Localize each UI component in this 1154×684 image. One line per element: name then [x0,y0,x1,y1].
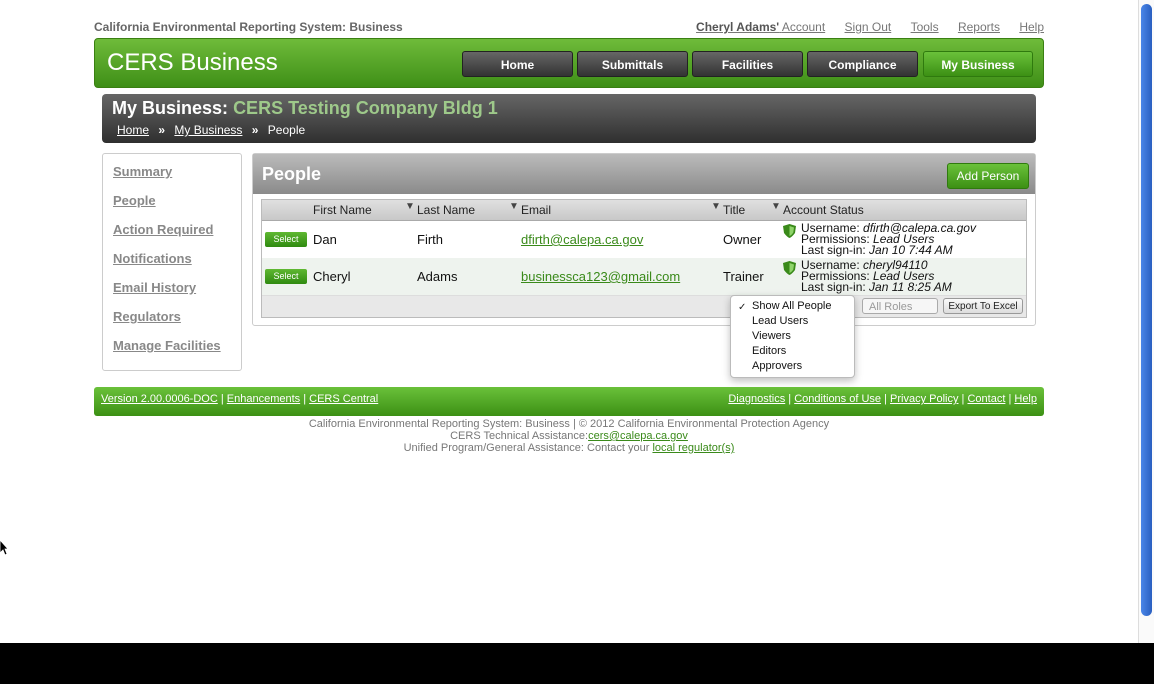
sidebar-item-action-required[interactable]: Action Required [113,222,213,237]
site-title: California Environmental Reporting Syste… [94,20,403,34]
breadcrumb-separator: » [158,123,166,137]
option-editors[interactable]: Editors [752,345,786,357]
email-link[interactable]: dfirth@calepa.ca.gov [521,232,643,247]
nav-home[interactable]: Home [462,51,573,77]
panel-header: People Add Person [253,154,1035,194]
scrollbar-thumb[interactable] [1141,4,1152,616]
top-links: Cheryl Adams' Account Sign Out Tools Rep… [680,20,1044,34]
select-button[interactable]: Select [265,269,307,284]
assistance-email-link[interactable]: cers@calepa.ca.gov [588,430,688,442]
vertical-scrollbar[interactable] [1138,0,1154,643]
cell-first-name: Cheryl [313,269,351,284]
grid-header: First Name ▼ Last Name ▼ Email ▼ Title ▼… [262,200,1026,221]
filter-icon[interactable]: ▼ [509,201,519,212]
account-link[interactable]: Cheryl Adams' Account [696,20,825,34]
footer-right: Diagnostics | Conditions of Use | Privac… [728,393,1037,405]
privacy-link[interactable]: Privacy Policy [890,393,958,405]
option-viewers[interactable]: Viewers [752,330,791,342]
contact-link[interactable]: Contact [967,393,1005,405]
sidebar-item-people[interactable]: People [113,193,156,208]
help-link[interactable]: Help [1019,20,1044,34]
mouse-cursor-icon [0,540,8,556]
version-link[interactable]: Version 2.00.0006-DOC [101,393,218,405]
footer-help-link[interactable]: Help [1014,393,1037,405]
breadcrumb-my-business[interactable]: My Business [174,123,242,137]
nav-submittals[interactable]: Submittals [577,51,688,77]
conditions-link[interactable]: Conditions of Use [794,393,881,405]
diagnostics-link[interactable]: Diagnostics [728,393,785,405]
cell-first-name: Dan [313,232,337,247]
option-show-all-people[interactable]: Show All People [752,300,832,312]
business-bar: My Business: CERS Testing Company Bldg 1… [102,94,1036,143]
add-person-button[interactable]: Add Person [947,163,1029,189]
enhancements-link[interactable]: Enhancements [227,393,300,405]
nav-compliance[interactable]: Compliance [807,51,918,77]
breadcrumb-home[interactable]: Home [117,123,149,137]
cell-email: businessca123@gmail.com [521,269,680,284]
column-email[interactable]: Email [521,203,551,217]
filter-icon[interactable]: ▼ [711,201,721,212]
tools-link[interactable]: Tools [911,20,939,34]
bottom-black-bar [0,643,1154,684]
table-row: Select Dan Firth dfirth@calepa.ca.gov Ow… [262,221,1026,259]
breadcrumb-current: People [267,123,306,137]
column-last-name[interactable]: Last Name [417,203,475,217]
cell-email: dfirth@calepa.ca.gov [521,232,643,247]
footer-left: Version 2.00.0006-DOC | Enhancements | C… [101,393,379,405]
breadcrumb: Home » My Business » People [117,123,305,137]
panel-title: People [262,164,322,184]
option-approvers[interactable]: Approvers [752,360,802,372]
local-regulator-link[interactable]: local regulator(s) [652,442,734,454]
option-lead-users[interactable]: Lead Users [752,315,808,327]
filter-icon[interactable]: ▼ [771,201,781,212]
breadcrumb-separator: » [251,123,259,137]
reports-link[interactable]: Reports [958,20,1000,34]
filter-icon[interactable]: ▼ [405,201,415,212]
column-title[interactable]: Title [723,203,745,217]
cers-central-link[interactable]: CERS Central [309,393,378,405]
column-account-status[interactable]: Account Status [783,203,864,217]
sidebar-item-regulators[interactable]: Regulators [113,309,181,324]
legal-line-2: CERS Technical Assistance:cers@calepa.ca… [450,430,688,442]
sidebar-item-summary[interactable]: Summary [113,164,172,179]
email-link[interactable]: businessca123@gmail.com [521,269,680,284]
legal-line-1: California Environmental Reporting Syste… [308,418,830,430]
shield-icon [783,261,796,275]
table-row: Select Cheryl Adams businessca123@gmail.… [262,258,1026,296]
account-status: Username: dfirth@calepa.ca.gov Permissio… [801,221,976,257]
people-panel: People Add Person First Name ▼ Last Name… [252,153,1036,326]
footer-bar: Version 2.00.0006-DOC | Enhancements | C… [94,387,1044,416]
header-bar: CERS Business Home Submittals Facilities… [94,38,1044,88]
people-grid: First Name ▼ Last Name ▼ Email ▼ Title ▼… [261,199,1027,318]
sidebar-item-email-history[interactable]: Email History [113,280,196,295]
cell-last-name: Adams [417,269,458,284]
cell-last-name: Firth [417,232,443,247]
shield-icon [783,224,796,238]
cell-title: Owner [723,232,762,247]
check-icon: ✓ [738,302,747,313]
column-first-name[interactable]: First Name [313,203,372,217]
nav-facilities[interactable]: Facilities [692,51,803,77]
sidebar: Summary People Action Required Notificat… [102,153,242,371]
sidebar-item-notifications[interactable]: Notifications [113,251,192,266]
roles-select[interactable]: All Roles [862,298,938,314]
cell-title: Trainer [723,269,764,284]
select-button[interactable]: Select [265,232,307,247]
people-filter-dropdown: ✓ Show All People Lead Users Viewers Edi… [730,295,855,378]
nav-my-business[interactable]: My Business [923,51,1033,77]
sign-out-link[interactable]: Sign Out [845,20,892,34]
sidebar-item-manage-facilities[interactable]: Manage Facilities [113,338,221,353]
legal-line-3: Unified Program/General Assistance: Cont… [403,442,735,454]
export-excel-button[interactable]: Export To Excel [943,298,1023,314]
grid-footer: All Roles Export To Excel [262,296,1026,317]
account-status: Username: cheryl94110 Permissions: Lead … [801,258,952,294]
logo[interactable]: CERS Business [107,49,278,77]
legal-text: California Environmental Reporting Syste… [94,418,1044,454]
page-title: My Business: CERS Testing Company Bldg 1 [112,98,498,118]
